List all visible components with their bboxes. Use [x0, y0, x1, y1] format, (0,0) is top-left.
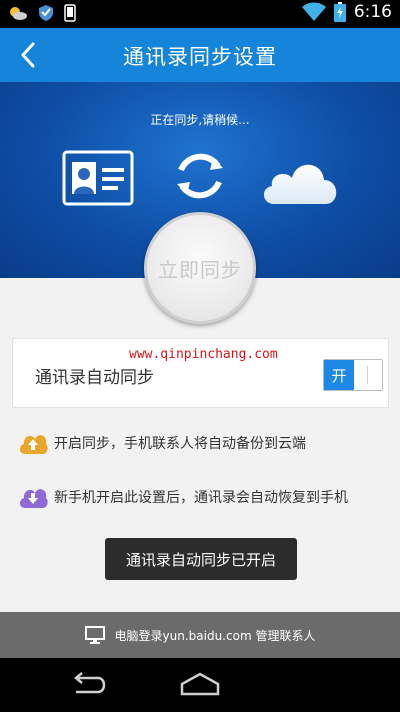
sync-status-text: 正在同步,请稍候...	[150, 113, 250, 127]
sync-icon	[177, 153, 223, 199]
info-text-restore: 新手机开启此设置后，通讯录会自动恢复到手机	[54, 490, 348, 506]
sync-now-button[interactable]: 立即同步	[144, 212, 256, 324]
cloud-icon	[263, 164, 337, 204]
shield-icon	[39, 5, 53, 21]
manage-contacts-footer[interactable]: 电脑登录yun.baidu.com 管理联系人	[0, 612, 400, 658]
info-text-backup: 开启同步，手机联系人将自动备份到云端	[54, 436, 306, 452]
toggle-on-label: 开	[324, 360, 354, 390]
system-nav-bar	[0, 658, 400, 712]
footer-text: 电脑登录yun.baidu.com 管理联系人	[114, 628, 316, 643]
watermark-text: www.qinpinchang.com	[129, 347, 278, 362]
sync-now-label: 立即同步	[158, 257, 242, 282]
toast-message: 通讯录自动同步已开启	[105, 538, 297, 580]
weather-icon	[10, 7, 27, 20]
home-nav-icon[interactable]	[176, 670, 224, 700]
info-item-backup: 开启同步，手机联系人将自动备份到云端	[18, 430, 306, 456]
phone-icon	[64, 4, 76, 22]
info-item-restore: 新手机开启此设置后，通讯录会自动恢复到手机	[18, 484, 348, 510]
monitor-icon	[84, 626, 105, 644]
battery-icon	[333, 2, 346, 22]
back-nav-icon[interactable]	[68, 670, 110, 700]
page-title: 通讯录同步设置	[123, 45, 277, 69]
auto-sync-label: 通讯录自动同步	[35, 368, 154, 388]
title-bar: 通讯录同步设置	[0, 28, 400, 82]
contact-card-icon	[62, 150, 134, 206]
auto-sync-toggle[interactable]: 开	[323, 359, 383, 391]
auto-sync-setting: www.qinpinchang.com 通讯录自动同步 开	[12, 338, 389, 408]
status-bar: 6:16	[0, 0, 400, 28]
download-cloud-icon	[19, 489, 48, 508]
toggle-knob	[367, 366, 368, 384]
clock: 6:16	[353, 2, 392, 22]
wifi-icon	[301, 2, 326, 21]
upload-cloud-icon	[19, 435, 48, 454]
